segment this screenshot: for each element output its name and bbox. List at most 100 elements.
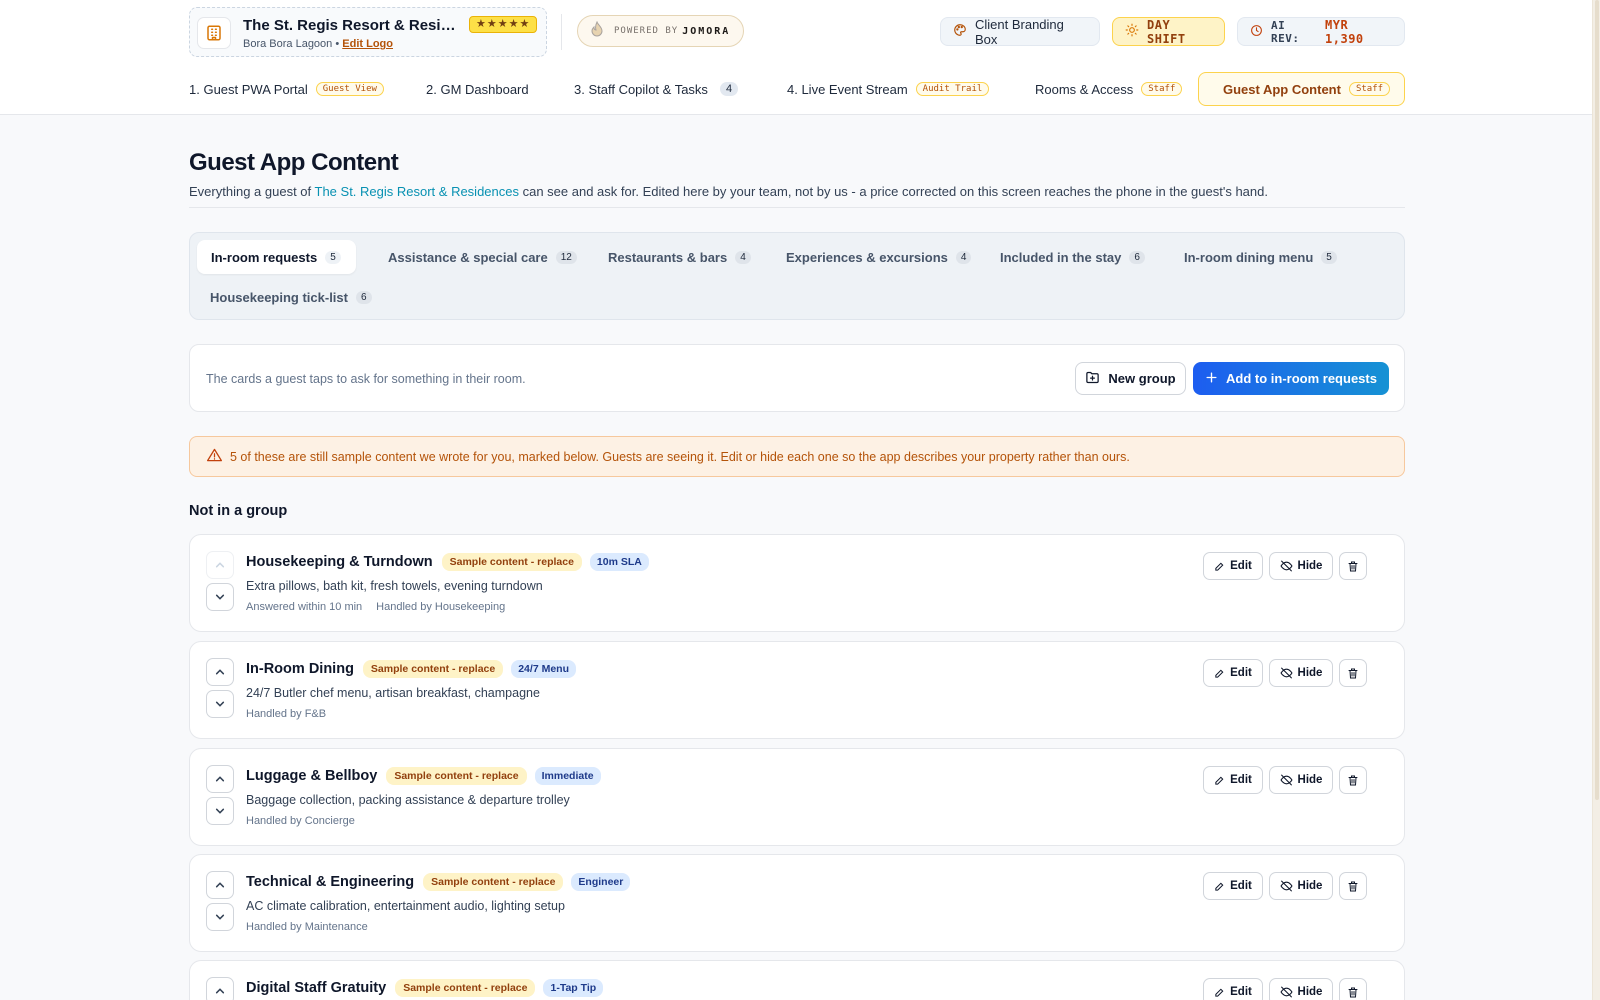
card-handler: Handled by Maintenance: [246, 921, 368, 933]
powered-by-label: POWERED BY: [614, 26, 679, 36]
card-meta: Handled by Concierge: [246, 815, 355, 827]
move-up-button[interactable]: [206, 977, 234, 1000]
move-down-button[interactable]: [206, 583, 234, 611]
card-tag: Engineer: [571, 873, 631, 891]
trash-icon: [1348, 987, 1358, 997]
hide-button[interactable]: Hide: [1269, 552, 1333, 580]
scrollbar-thumb[interactable]: [1595, 0, 1599, 800]
flame-icon: [590, 20, 604, 42]
section-title: Not in a group: [189, 503, 288, 519]
edit-button[interactable]: Edit: [1203, 552, 1263, 580]
alert-text: 5 of these are still sample content we w…: [230, 449, 1130, 464]
sample-badge: Sample content - replace: [362, 660, 504, 678]
delete-button[interactable]: [1339, 978, 1367, 1000]
hide-button[interactable]: Hide: [1269, 766, 1333, 794]
hide-button[interactable]: Hide: [1269, 978, 1333, 1000]
card-title-row: In-Room Dining Sample content - replace …: [246, 660, 576, 678]
edit-label: Edit: [1230, 774, 1252, 786]
tab-rooms-access[interactable]: Rooms & Access Staff: [1035, 72, 1183, 106]
day-shift-toggle[interactable]: DAY SHIFT: [1112, 17, 1225, 46]
ai-revenue-value: MYR 1,390: [1325, 17, 1364, 46]
edit-button[interactable]: Edit: [1203, 766, 1263, 794]
category-in-room-dining-menu[interactable]: In-room dining menu 5: [1170, 240, 1351, 274]
category-count: 5: [1321, 250, 1337, 264]
card-handler: Handled by F&B: [246, 708, 327, 720]
category-included-in-stay[interactable]: Included in the stay 6: [986, 240, 1159, 274]
card-tag: 10m SLA: [589, 553, 649, 571]
sample-badge: Sample content - replace: [441, 553, 582, 571]
delete-button[interactable]: [1339, 872, 1367, 900]
card-meta: Answered within 10 min Handled by Houseke…: [246, 601, 505, 613]
client-brand-box[interactable]: The St. Regis Resort & Residences ★★★★★ …: [189, 7, 547, 57]
page-title: Guest App Content: [189, 149, 399, 176]
page-scrollbar[interactable]: [1592, 0, 1600, 1000]
folder-plus-icon: [1085, 370, 1108, 388]
edit-label: Edit: [1230, 560, 1252, 572]
tab-gm-dashboard[interactable]: 2. GM Dashboard: [426, 72, 529, 106]
category-experiences[interactable]: Experiences & excursions 4: [772, 240, 985, 274]
tab-live-event-stream[interactable]: 4. Live Event Stream Audit Trail: [787, 72, 990, 106]
tab-label: Guest App Content: [1223, 81, 1341, 97]
header-divider: [561, 14, 562, 50]
card-meta: Handled by Maintenance: [246, 921, 368, 933]
move-up-button[interactable]: [206, 871, 234, 899]
edit-button[interactable]: Edit: [1203, 659, 1263, 687]
action-bar: The cards a guest taps to ask for someth…: [189, 344, 1405, 412]
request-card: Technical & Engineering Sample content -…: [189, 854, 1405, 952]
add-item-button[interactable]: Add to in-room requests: [1193, 362, 1389, 395]
card-sla: Answered within 10 min: [246, 601, 363, 613]
card-title-row: Housekeeping & Turndown Sample content -…: [246, 553, 649, 571]
category-label: Housekeeping tick-list: [210, 289, 348, 305]
palette-icon: [953, 23, 975, 40]
hide-label: Hide: [1297, 667, 1323, 679]
divider: [189, 207, 1405, 208]
tab-staff-copilot[interactable]: 3. Staff Copilot & Tasks 4: [574, 72, 739, 106]
edit-button[interactable]: Edit: [1203, 978, 1263, 1000]
edit-button[interactable]: Edit: [1203, 872, 1263, 900]
delete-button[interactable]: [1339, 659, 1367, 687]
hide-button[interactable]: Hide: [1269, 872, 1333, 900]
client-branding-button[interactable]: Client Branding Box: [940, 17, 1100, 47]
card-tag: 1-Tap Tip: [543, 979, 604, 997]
new-group-button[interactable]: New group: [1075, 362, 1186, 395]
tab-guest-pwa-portal[interactable]: 1. Guest PWA Portal Guest View: [189, 72, 384, 106]
trash-icon: [1348, 561, 1358, 571]
category-in-room-requests[interactable]: In-room requests 5: [197, 240, 356, 274]
hide-label: Hide: [1297, 560, 1323, 572]
sun-icon: [1125, 23, 1147, 40]
hide-button[interactable]: Hide: [1269, 659, 1333, 687]
sample-badge: Sample content - replace: [423, 873, 564, 891]
move-down-button[interactable]: [206, 690, 234, 718]
request-card: Housekeeping & Turndown Sample content -…: [189, 534, 1405, 632]
delete-button[interactable]: [1339, 766, 1367, 794]
move-down-button[interactable]: [206, 797, 234, 825]
eye-off-icon: [1279, 560, 1293, 572]
category-restaurants-bars[interactable]: Restaurants & bars 4: [594, 240, 765, 274]
move-down-button[interactable]: [206, 903, 234, 931]
move-up-button[interactable]: [206, 551, 234, 579]
edit-logo-link[interactable]: Edit Logo: [342, 38, 393, 50]
action-bar-hint: The cards a guest taps to ask for someth…: [206, 372, 526, 386]
delete-button[interactable]: [1339, 552, 1367, 580]
tab-tag: Staff: [1348, 82, 1391, 96]
hotel-link[interactable]: The St. Regis Resort & Residences: [315, 184, 519, 199]
brand-subline: Bora Bora Lagoon • Edit Logo: [243, 38, 393, 50]
hotel-location: Bora Bora Lagoon: [243, 38, 333, 50]
eye-off-icon: [1279, 986, 1293, 998]
category-label: Restaurants & bars: [608, 249, 728, 265]
edit-label: Edit: [1230, 986, 1252, 998]
tab-label: 1. Guest PWA Portal: [189, 81, 308, 97]
category-assistance[interactable]: Assistance & special care 12: [374, 240, 591, 274]
move-up-button[interactable]: [206, 658, 234, 686]
ai-revenue-badge[interactable]: AI REV: MYR 1,390: [1237, 17, 1405, 46]
warning-icon: [207, 448, 230, 465]
move-up-button[interactable]: [206, 765, 234, 793]
sample-content-alert: 5 of these are still sample content we w…: [189, 436, 1405, 477]
tab-guest-app-content[interactable]: Guest App Content Staff: [1198, 72, 1405, 106]
hide-label: Hide: [1297, 986, 1323, 998]
new-group-label: New group: [1108, 371, 1176, 386]
category-housekeeping-ticklist[interactable]: Housekeeping tick-list 6: [196, 280, 386, 314]
separator: •: [335, 38, 340, 50]
card-name: Technical & Engineering: [246, 874, 415, 890]
pencil-icon: [1215, 988, 1224, 997]
